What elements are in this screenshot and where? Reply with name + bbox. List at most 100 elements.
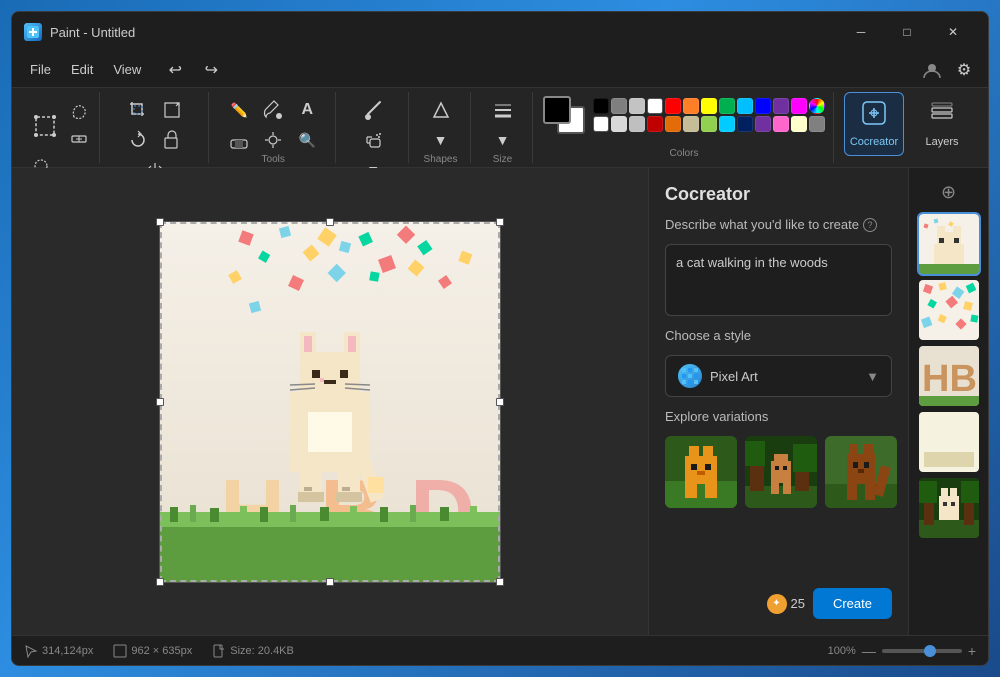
color-lgray2[interactable]: [611, 116, 627, 132]
menu-file[interactable]: File: [20, 58, 61, 81]
color-indigo[interactable]: [755, 116, 771, 132]
color-orange[interactable]: [683, 98, 699, 114]
variation-2[interactable]: [745, 436, 817, 508]
layers-toggle-button[interactable]: Layers: [912, 92, 972, 156]
color-black[interactable]: [593, 98, 609, 114]
credits-count: 25: [791, 596, 805, 611]
menu-edit[interactable]: Edit: [61, 58, 103, 81]
zoom-slider-thumb[interactable]: [924, 645, 936, 657]
file-icon: [212, 644, 226, 658]
color-row-1: [593, 98, 825, 114]
zoom-slider[interactable]: [882, 649, 962, 653]
style-label: Choose a style: [665, 328, 892, 343]
color-extra[interactable]: [809, 116, 825, 132]
size-extra-button[interactable]: ▼: [487, 126, 519, 154]
brush-button[interactable]: [357, 96, 389, 124]
shape-button[interactable]: [425, 96, 457, 124]
resize-button[interactable]: [156, 96, 188, 124]
maximize-button[interactable]: □: [884, 16, 930, 48]
thumbnail-5[interactable]: [919, 478, 979, 538]
canvas-size: 962 × 635px: [131, 645, 192, 657]
size-dropdown-button[interactable]: [487, 96, 519, 124]
thumbnail-3[interactable]: HBD: [919, 346, 979, 406]
shapes-buttons: ▼: [419, 92, 462, 154]
color-dkblue[interactable]: [737, 116, 753, 132]
shape-dropdown-button[interactable]: ▼: [425, 126, 457, 154]
menu-view[interactable]: View: [103, 58, 151, 81]
handle-ml[interactable]: [156, 398, 164, 406]
text-button[interactable]: A: [291, 96, 323, 124]
prompt-input[interactable]: a cat walking in the woods: [665, 244, 892, 316]
zoom-out-button[interactable]: —: [862, 643, 876, 659]
select-freeform-button[interactable]: [65, 100, 93, 124]
color-pink[interactable]: [791, 98, 807, 114]
close-button[interactable]: ✕: [930, 16, 976, 48]
selection-group: Selection: [20, 92, 100, 163]
color-white[interactable]: [647, 98, 663, 114]
color-hotpink[interactable]: [773, 116, 789, 132]
eraser-button[interactable]: [223, 126, 255, 154]
svg-text:HBD: HBD: [922, 358, 979, 400]
tools-group: ✏️ A: [211, 92, 336, 163]
thumbnail-2[interactable]: [919, 280, 979, 340]
color-ltgreen[interactable]: [701, 116, 717, 132]
color-purple[interactable]: [773, 98, 789, 114]
app-window: Paint - Untitled ─ □ ✕ File Edit View ↩ …: [11, 11, 989, 666]
handle-tr[interactable]: [496, 218, 504, 226]
undo-button[interactable]: ↩: [159, 54, 191, 86]
settings-icon[interactable]: ⚙: [948, 54, 980, 86]
select-rectangle-button[interactable]: [27, 100, 63, 152]
pencil-button[interactable]: ✏️: [223, 96, 255, 124]
color-darkred[interactable]: [647, 116, 663, 132]
foreground-color-swatch[interactable]: [543, 96, 571, 124]
color-picker-button[interactable]: [257, 126, 289, 154]
create-button[interactable]: Create: [813, 588, 892, 619]
handle-bl[interactable]: [156, 578, 164, 586]
zoom-tool-button[interactable]: 🔍: [291, 126, 323, 154]
crop-button[interactable]: [122, 96, 154, 124]
minimize-button[interactable]: ─: [838, 16, 884, 48]
canvas-area[interactable]: H B D: [12, 168, 648, 635]
shapes-label: Shapes: [424, 154, 458, 167]
handle-mr[interactable]: [496, 398, 504, 406]
color-ltblue2[interactable]: [719, 116, 735, 132]
fill-button[interactable]: [257, 96, 289, 124]
erase-image-button[interactable]: [156, 126, 188, 154]
toolbar: Selection: [12, 88, 988, 168]
thumbnail-1[interactable]: [919, 214, 979, 274]
select-option-button[interactable]: [65, 127, 93, 151]
color-red[interactable]: [665, 98, 681, 114]
spray-button[interactable]: [357, 126, 389, 154]
account-icon[interactable]: [916, 54, 948, 86]
handle-tl[interactable]: [156, 218, 164, 226]
zoom-in-button[interactable]: +: [968, 643, 976, 659]
color-cream[interactable]: [791, 116, 807, 132]
info-icon[interactable]: ?: [863, 218, 877, 232]
color-tan[interactable]: [683, 116, 699, 132]
color-mgray[interactable]: [629, 116, 645, 132]
color-lightgray[interactable]: [629, 98, 645, 114]
color-blue[interactable]: [755, 98, 771, 114]
handle-tm[interactable]: [326, 218, 334, 226]
rotate-button[interactable]: [122, 126, 154, 154]
redo-button[interactable]: ↪: [195, 54, 227, 86]
cocreator-toggle-button[interactable]: Cocreator: [844, 92, 904, 156]
variation-3[interactable]: [825, 436, 897, 508]
color-yellow[interactable]: [701, 98, 717, 114]
color-lightblue[interactable]: [737, 98, 753, 114]
handle-br[interactable]: [496, 578, 504, 586]
color-green[interactable]: [719, 98, 735, 114]
variation-1[interactable]: [665, 436, 737, 508]
color-gradient[interactable]: [809, 98, 825, 114]
style-name: Pixel Art: [710, 369, 858, 384]
style-select-button[interactable]: Pixel Art ▼: [665, 355, 892, 397]
canvas-icon: [113, 644, 127, 658]
file-size-display: Size: 20.4KB: [212, 644, 294, 658]
handle-bm[interactable]: [326, 578, 334, 586]
color-white2[interactable]: [593, 116, 609, 132]
add-layer-button[interactable]: ⊕: [921, 176, 977, 208]
color-darkorange[interactable]: [665, 116, 681, 132]
thumbnail-4[interactable]: [919, 412, 979, 472]
cocreator-panel: Cocreator Describe what you'd like to cr…: [648, 168, 908, 635]
color-darkgray[interactable]: [611, 98, 627, 114]
